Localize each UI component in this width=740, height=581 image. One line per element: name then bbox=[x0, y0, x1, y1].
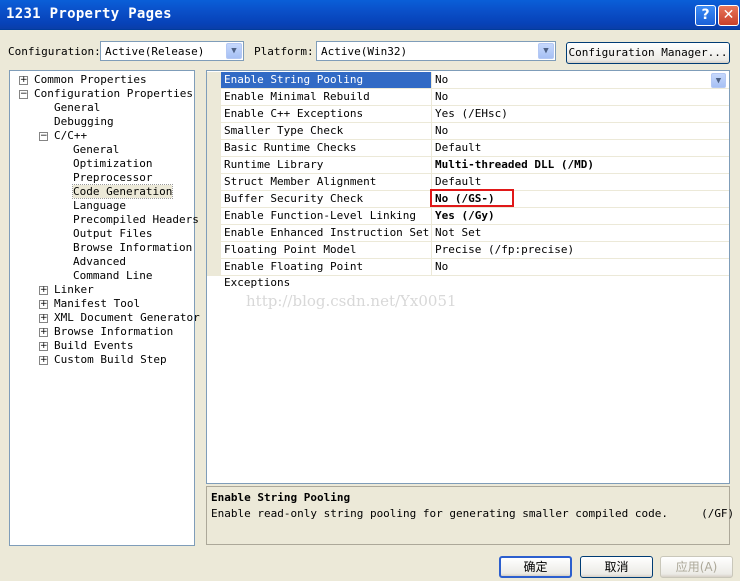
property-row-floating-point-model[interactable]: Floating Point Model Precise (/fp:precis… bbox=[207, 242, 729, 259]
window-title: 1231 Property Pages bbox=[6, 6, 172, 22]
property-row-basic-runtime-checks[interactable]: Basic Runtime Checks Default bbox=[207, 140, 729, 157]
property-value[interactable]: No bbox=[432, 123, 729, 140]
description-title: Enable String Pooling bbox=[211, 491, 351, 504]
property-grid: Enable String Pooling No ▼ Enable Minima… bbox=[206, 70, 730, 484]
property-value[interactable]: Yes (/EHsc) bbox=[432, 106, 729, 123]
tree-item-preprocessor[interactable]: Preprocessor bbox=[73, 171, 152, 185]
configuration-manager-button[interactable]: Configuration Manager... bbox=[566, 42, 730, 64]
property-value[interactable]: No bbox=[432, 72, 729, 89]
property-name: Enable String Pooling bbox=[221, 72, 432, 89]
property-name: Enable Function-Level Linking bbox=[221, 208, 432, 225]
property-name: Struct Member Alignment bbox=[221, 174, 432, 191]
description-text: Enable read-only string pooling for gene… bbox=[211, 507, 735, 520]
property-name: Floating Point Model bbox=[221, 242, 432, 259]
property-value[interactable]: Default bbox=[432, 140, 729, 157]
expand-icon[interactable]: + bbox=[39, 314, 48, 323]
property-value[interactable]: Not Set bbox=[432, 225, 729, 242]
property-value[interactable]: No bbox=[432, 89, 729, 106]
platform-value: Active(Win32) bbox=[321, 45, 408, 58]
configuration-value: Active(Release) bbox=[105, 45, 205, 58]
title-bar: 1231 Property Pages ? ✕ bbox=[0, 0, 740, 30]
chevron-down-icon[interactable]: ▼ bbox=[538, 43, 554, 59]
expand-icon[interactable]: + bbox=[39, 328, 48, 337]
property-row-smaller-type-check[interactable]: Smaller Type Check No bbox=[207, 123, 729, 140]
property-name: Enable C++ Exceptions bbox=[221, 106, 432, 123]
property-name: Enable Enhanced Instruction Set bbox=[221, 225, 432, 242]
property-row-function-level-linking[interactable]: Enable Function-Level Linking Yes (/Gy) bbox=[207, 208, 729, 225]
property-value[interactable]: Multi-threaded DLL (/MD) bbox=[432, 157, 729, 174]
close-button[interactable]: ✕ bbox=[718, 5, 739, 26]
property-row-enable-minimal-rebuild[interactable]: Enable Minimal Rebuild No bbox=[207, 89, 729, 106]
chevron-down-icon[interactable]: ▼ bbox=[711, 73, 726, 88]
expand-icon[interactable]: + bbox=[39, 356, 48, 365]
expand-icon[interactable]: + bbox=[39, 342, 48, 351]
property-value[interactable]: Precise (/fp:precise) bbox=[432, 242, 729, 259]
property-tree[interactable]: + Common Properties − Configuration Prop… bbox=[9, 70, 200, 546]
apply-button[interactable]: 应用(A) bbox=[660, 556, 733, 578]
property-value[interactable]: No bbox=[432, 259, 729, 276]
tree-item-command-line[interactable]: Command Line bbox=[73, 269, 152, 283]
property-row-enhanced-instruction-set[interactable]: Enable Enhanced Instruction Set Not Set bbox=[207, 225, 729, 242]
property-value[interactable]: Yes (/Gy) bbox=[432, 208, 729, 225]
property-row-enable-string-pooling[interactable]: Enable String Pooling No ▼ bbox=[207, 72, 729, 89]
tree-item-cpp-browse-information[interactable]: Browse Information bbox=[73, 241, 192, 255]
collapse-icon[interactable]: − bbox=[39, 132, 48, 141]
property-name: Smaller Type Check bbox=[221, 123, 432, 140]
description-panel: Enable String Pooling Enable read-only s… bbox=[206, 486, 734, 545]
tree-item-output-files[interactable]: Output Files bbox=[73, 227, 152, 241]
property-name: Enable Floating Point Exceptions bbox=[221, 259, 432, 289]
platform-label: Platform: bbox=[254, 45, 314, 58]
ok-button[interactable]: 确定 bbox=[499, 556, 572, 578]
cancel-button[interactable]: 取消 bbox=[580, 556, 653, 578]
tree-item-precompiled-headers[interactable]: Precompiled Headers bbox=[73, 213, 199, 227]
platform-select[interactable]: Active(Win32) ▼ bbox=[316, 41, 556, 61]
expand-icon[interactable]: + bbox=[39, 286, 48, 295]
collapse-icon[interactable]: − bbox=[19, 90, 28, 99]
expand-icon[interactable]: + bbox=[39, 300, 48, 309]
tree-item-cpp-general[interactable]: General bbox=[73, 143, 119, 157]
property-name: Basic Runtime Checks bbox=[221, 140, 432, 157]
chevron-down-icon[interactable]: ▼ bbox=[226, 43, 242, 59]
property-row-runtime-library[interactable]: Runtime Library Multi-threaded DLL (/MD) bbox=[207, 157, 729, 174]
tree-item-debugging[interactable]: Debugging bbox=[54, 115, 114, 129]
property-row-enable-cpp-exceptions[interactable]: Enable C++ Exceptions Yes (/EHsc) bbox=[207, 106, 729, 123]
tree-item-optimization[interactable]: Optimization bbox=[73, 157, 152, 171]
highlight-annotation bbox=[430, 189, 514, 207]
tree-item-advanced[interactable]: Advanced bbox=[73, 255, 126, 269]
property-row-floating-point-exceptions[interactable]: Enable Floating Point Exceptions No bbox=[207, 259, 729, 289]
configuration-label: Configuration: bbox=[8, 45, 101, 58]
property-name: Enable Minimal Rebuild bbox=[221, 89, 432, 106]
tree-item-code-generation[interactable]: Code Generation bbox=[71, 184, 174, 199]
tree-item-language[interactable]: Language bbox=[73, 199, 126, 213]
help-button[interactable]: ? bbox=[695, 5, 716, 26]
watermark: http://blog.csdn.net/Yx0051 bbox=[246, 292, 457, 310]
configuration-select[interactable]: Active(Release) ▼ bbox=[100, 41, 244, 61]
property-name: Runtime Library bbox=[221, 157, 432, 174]
expand-icon[interactable]: + bbox=[19, 76, 28, 85]
tree-item-general[interactable]: General bbox=[54, 101, 100, 115]
property-name: Buffer Security Check bbox=[221, 191, 432, 208]
